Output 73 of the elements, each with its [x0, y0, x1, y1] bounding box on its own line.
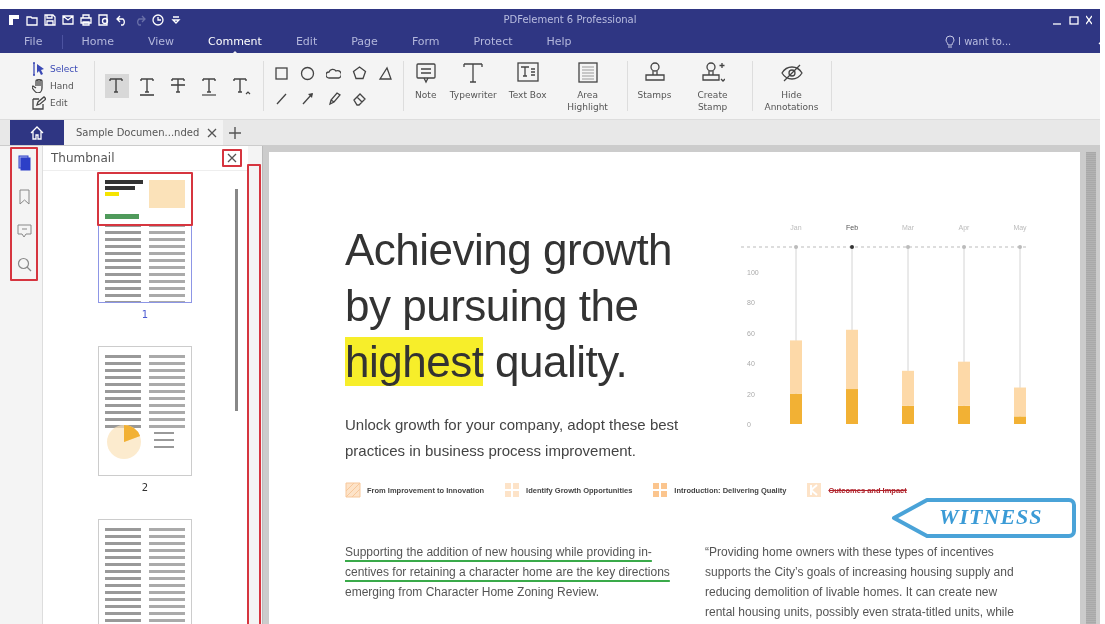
marker-dot [794, 245, 798, 249]
tool-button[interactable]: Note [409, 61, 442, 101]
tool-button[interactable]: Area Highlight [554, 61, 621, 113]
menu-item[interactable]: Help [546, 31, 572, 52]
clock-icon[interactable] [152, 13, 164, 26]
menu-item[interactable]: View [147, 31, 174, 52]
cloud-icon[interactable] [325, 66, 341, 81]
undo-icon[interactable] [116, 13, 128, 26]
paragraph: “Providing home owners with these types of incentives supports the City’s goals of increasing housing supply and reducing demolition of livable homes. It can create new rental housing units, possibly even strata-titled units, while [705, 544, 1014, 621]
menu-item[interactable]: File [24, 31, 43, 52]
section-icon [806, 482, 823, 498]
search-icon[interactable] [16, 257, 32, 273]
dropdown-icon[interactable] [170, 13, 182, 26]
markup-tool-button[interactable] [104, 74, 129, 98]
add-tab-icon[interactable] [229, 126, 242, 139]
highlight-frame [222, 149, 242, 167]
scrollbar[interactable] [235, 189, 238, 411]
mail-icon[interactable] [62, 13, 74, 26]
marker-dot [962, 245, 966, 249]
home-tab[interactable] [10, 120, 64, 145]
marker-dot [850, 245, 854, 249]
printer-icon[interactable] [80, 13, 92, 26]
save-icon[interactable] [44, 13, 56, 26]
tool-button[interactable]: Stamps [633, 61, 676, 101]
textbox-icon [515, 61, 540, 85]
maximize-icon[interactable] [1069, 14, 1079, 25]
pentagon-icon[interactable] [351, 66, 367, 81]
page-number: 1 [141, 309, 149, 320]
edit-icon [32, 96, 46, 110]
circle-icon[interactable] [299, 66, 315, 81]
page-thumbnail[interactable] [98, 346, 192, 476]
menu-item[interactable]: Page [351, 31, 378, 52]
preview-icon[interactable] [98, 13, 110, 26]
section-icon [345, 482, 361, 498]
menu-item[interactable]: Home [81, 31, 114, 52]
eraser-icon[interactable] [351, 91, 367, 106]
menu-item[interactable]: Edit [295, 31, 318, 52]
tool-button[interactable]: Typewriter [445, 61, 501, 101]
panel-title: Thumbnail [51, 151, 115, 165]
note-icon [413, 61, 438, 85]
hand-icon [32, 79, 46, 93]
app-logo-icon [8, 13, 20, 26]
rectangle-icon[interactable] [273, 66, 289, 81]
page-thumbnail[interactable] [98, 519, 192, 624]
home-icon [30, 125, 44, 140]
typewriter-icon [461, 61, 486, 85]
paragraph: Supporting the addition of new housing while providing in- centives for retaining a character home are the key directions emerging from Character Home Zoning Review. [345, 544, 671, 601]
menu-item[interactable]: Form [411, 31, 440, 52]
cursor-icon [32, 62, 46, 76]
page-number: 2 [141, 482, 149, 493]
lightbulb-icon [945, 34, 955, 49]
window-title: PDFelement 6 Professional [502, 14, 638, 25]
search-field[interactable]: I want to... [958, 36, 1038, 47]
folder-icon[interactable] [26, 13, 38, 26]
scrollbar[interactable] [1086, 152, 1096, 624]
menu-item[interactable]: Comment [208, 31, 262, 52]
close-icon[interactable] [207, 127, 218, 138]
area-highlight-icon [575, 61, 600, 85]
triangle-icon[interactable] [377, 66, 393, 81]
document-tab[interactable]: Sample Documen...nded [64, 120, 224, 145]
pages-icon[interactable] [16, 155, 32, 171]
intro-text: Unlock growth for your company, adopt these best practices in business process improvement. [345, 415, 680, 461]
mode-button[interactable]: Select [32, 62, 78, 76]
section-icon [652, 482, 669, 498]
insert-text-icon [230, 76, 251, 96]
tool-button[interactable]: Create Stamp [679, 61, 746, 113]
tool-button[interactable]: Hide Annotations [758, 61, 825, 113]
mode-button[interactable]: Hand [32, 79, 78, 93]
mode-button[interactable]: Edit [32, 96, 78, 110]
close-icon[interactable] [227, 153, 237, 163]
section-icon [504, 482, 521, 498]
tool-button[interactable]: Text Box [504, 61, 551, 101]
menu-item[interactable]: Protect [473, 31, 513, 52]
